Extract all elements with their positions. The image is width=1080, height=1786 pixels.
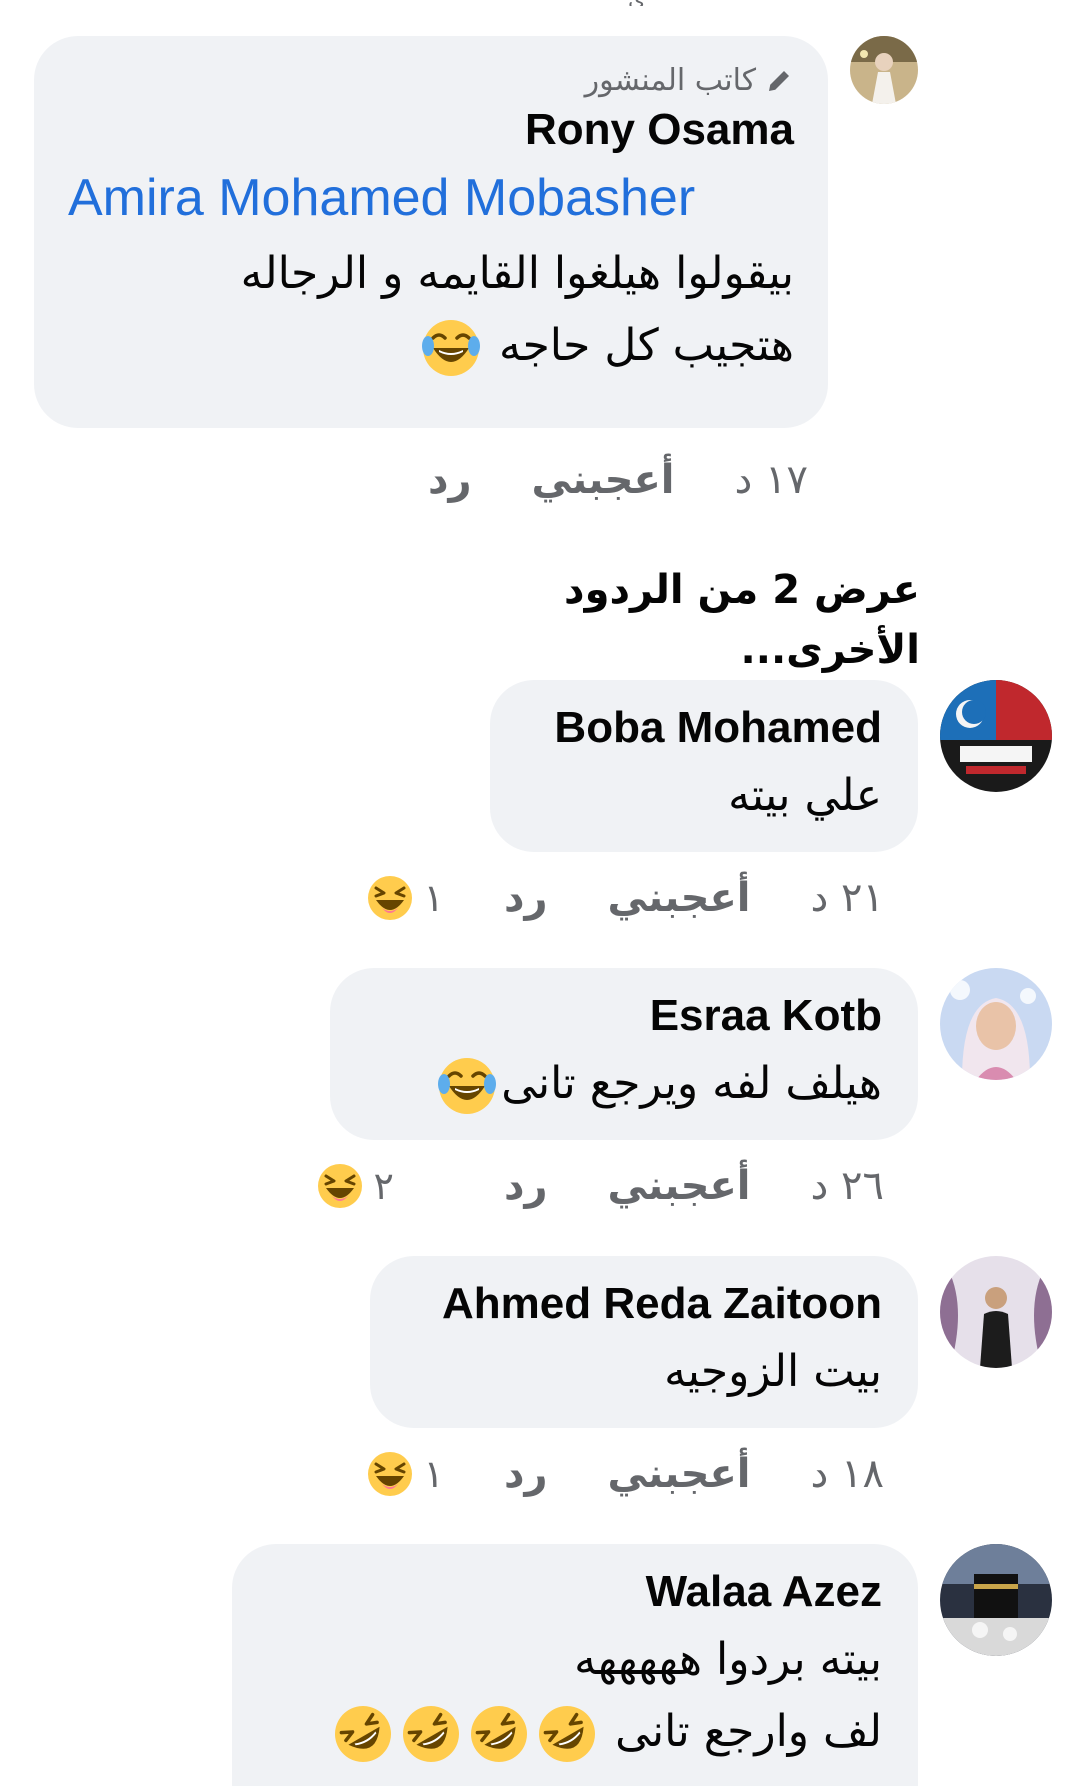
comment-author-name[interactable]: Boba Mohamed: [526, 700, 882, 756]
reply-button[interactable]: رد: [504, 1163, 548, 1209]
comment-author-name[interactable]: Rony Osama: [68, 102, 794, 158]
comment-text-line: بيت الزوجيه: [664, 1346, 882, 1397]
comment-bubble: Ahmed Reda Zaitoon بيت الزوجيه: [370, 1256, 918, 1428]
rolling-on-floor-laughing-emoji-icon: [467, 1702, 531, 1766]
like-button[interactable]: أعجبني: [532, 457, 675, 503]
avatar-kaaba-image: [940, 1544, 1052, 1656]
avatar[interactable]: [940, 968, 1052, 1080]
comment-actions: ٢١ د أعجبني رد ١: [366, 868, 884, 928]
comment-author-name[interactable]: Walaa Azez: [268, 1564, 882, 1620]
comment-text-line: بيقولوا هيلغوا القايمه و الرجاله: [240, 248, 794, 299]
comment-timestamp[interactable]: ٢١ د: [811, 875, 885, 921]
comment-actions: ١٧ د أعجبني رد: [428, 450, 808, 510]
comment-text-line: لف وارجع تانى: [268, 1696, 882, 1768]
comment-text-line: علي بيته: [728, 770, 882, 821]
laughing-squint-emoji-icon: [366, 1450, 414, 1498]
avatar[interactable]: [940, 1256, 1052, 1368]
reaction-summary[interactable]: ١: [366, 1450, 444, 1498]
reaction-count: ١: [423, 1452, 444, 1496]
comment-timestamp[interactable]: ١٨ د: [811, 1451, 885, 1497]
reaction-summary[interactable]: ٢: [316, 1162, 394, 1210]
avatar[interactable]: [940, 1544, 1052, 1656]
comment-text-line: هتجيب كل حاجه: [68, 310, 794, 382]
avatar[interactable]: [940, 680, 1052, 792]
pencil-icon: [764, 66, 794, 96]
comment-bubble: كاتب المنشور Rony Osama Amira Mohamed Mo…: [34, 36, 828, 428]
comment-actions: ١٨ د أعجبني رد ١: [366, 1444, 884, 1504]
rolling-on-floor-laughing-emoji-icon: [535, 1702, 599, 1766]
previous-text-fragment: ي: [628, 0, 652, 6]
reaction-count: ١: [423, 876, 444, 920]
reply-button[interactable]: رد: [504, 875, 548, 921]
rolling-on-floor-laughing-emoji-icon: [399, 1702, 463, 1766]
comment-text-line: بيته بردوا هههههه: [574, 1634, 882, 1685]
avatar-bride-image: [850, 36, 918, 104]
author-badge-label: كاتب المنشور: [584, 63, 756, 98]
comment-author-name[interactable]: Esraa Kotb: [366, 988, 882, 1044]
comment-actions: ٢٦ د أعجبني رد ٢: [316, 1156, 884, 1216]
comment-text-line: هيلف لفه ويرجع تانى: [366, 1048, 882, 1120]
comment-timestamp[interactable]: ١٧ د: [735, 457, 809, 503]
comment-text-fragment: هتجيب كل حاجه: [498, 320, 794, 371]
reaction-count: ٢: [373, 1164, 394, 1208]
reaction-summary[interactable]: ١: [366, 874, 444, 922]
laughing-squint-emoji-icon: [316, 1162, 364, 1210]
reply-button[interactable]: رد: [504, 1451, 548, 1497]
like-button[interactable]: أعجبني: [608, 1163, 751, 1209]
avatar-man-image: [940, 1256, 1052, 1368]
comment-bubble: Esraa Kotb هيلف لفه ويرجع تانى: [330, 968, 918, 1140]
comment-text-fragment: هيلف لفه ويرجع تانى: [501, 1058, 882, 1109]
comment-text-fragment: لف وارجع تانى: [615, 1706, 882, 1757]
comment-author-name[interactable]: Ahmed Reda Zaitoon: [406, 1276, 882, 1332]
comment-timestamp[interactable]: ٢٦ د: [811, 1163, 885, 1209]
reply-button[interactable]: رد: [428, 457, 472, 503]
rolling-on-floor-laughing-emoji-icon: [331, 1702, 395, 1766]
avatar-flag-image: [940, 680, 1052, 792]
author-badge: كاتب المنشور: [68, 60, 794, 102]
avatar[interactable]: [850, 36, 918, 104]
mention-link[interactable]: Amira Mohamed Mobasher: [68, 164, 794, 232]
comment-bubble: Boba Mohamed علي بيته: [490, 680, 918, 852]
view-more-replies-link[interactable]: عرض 2 من الردود الأخرى...: [380, 560, 920, 680]
comment-bubble: Walaa Azez بيته بردوا هههههه لف وارجع تا…: [232, 1544, 918, 1786]
tears-of-joy-emoji-icon: [419, 316, 483, 380]
laughing-squint-emoji-icon: [366, 874, 414, 922]
avatar-portrait-image: [940, 968, 1052, 1080]
like-button[interactable]: أعجبني: [608, 1451, 751, 1497]
like-button[interactable]: أعجبني: [608, 875, 751, 921]
tears-of-joy-emoji-icon: [435, 1054, 499, 1118]
